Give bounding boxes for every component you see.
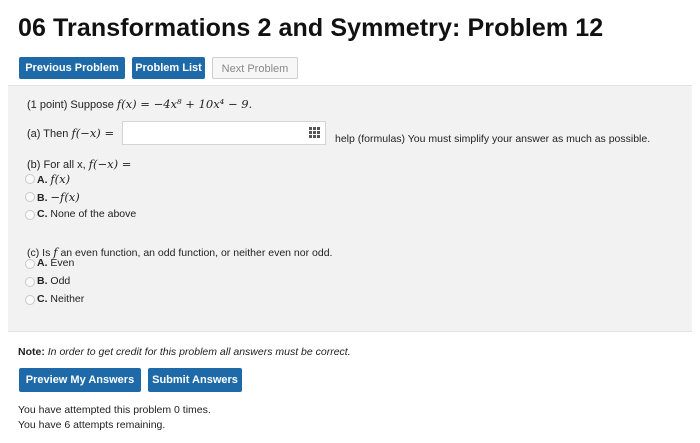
option-letter: A. [37,257,48,269]
part-c-question: an even function, an odd function, or ne… [60,247,333,259]
option-text: None of the above [50,208,137,220]
option-text: −f(x) [50,190,80,204]
previous-problem-button[interactable]: Previous Problem [19,57,125,79]
part-c-option-b: B. Odd [37,275,70,287]
part-b-option-b-radio[interactable] [25,192,35,202]
help-formulas-link[interactable]: help (formulas) [335,133,405,145]
option-text: Odd [50,275,71,287]
option-text: Neither [50,293,85,305]
part-a-expression: f(−x) = [71,126,115,140]
option-letter: C. [37,208,48,220]
part-c-option-c: C. Neither [37,293,84,305]
part-c-option-a: A. Even [37,257,74,269]
function-definition: f(x) = −4x⁸ + 10x⁴ − 9. [116,97,253,111]
page-title: 06 Transformations 2 and Symmetry: Probl… [18,14,604,42]
part-b-option-b: B. −f(x) [37,190,80,204]
part-c-option-c-radio[interactable] [25,295,35,305]
part-b-option-c: C. None of the above [37,208,136,220]
option-letter: C. [37,293,48,305]
part-b-prompt: (b) For all x, f(−x) = [27,157,131,171]
part-b-option-a-radio[interactable] [25,174,35,184]
problem-statement: (1 point) Suppose f(x) = −4x⁸ + 10x⁴ − 9… [27,97,252,111]
part-b-expression: f(−x) = [88,157,132,171]
option-text: f(x) [50,172,71,186]
part-c-option-a-radio[interactable] [25,259,35,269]
part-a-answer-input[interactable] [122,121,326,145]
problem-list-button[interactable]: Problem List [132,57,205,79]
option-letter: A. [37,174,48,186]
option-letter: B. [37,275,48,287]
part-b-option-c-radio[interactable] [25,210,35,220]
attempts-count: You have attempted this problem 0 times. [18,404,211,416]
part-a-label: (a) Then [27,128,69,140]
part-c-option-b-radio[interactable] [25,277,35,287]
points-label: (1 point) Suppose [27,99,114,111]
simplify-hint: You must simplify your answer as much as… [407,133,651,145]
part-a-prompt: (a) Then f(−x) = [27,126,114,140]
part-b-label: (b) For all x, [27,159,86,171]
preview-answers-button[interactable]: Preview My Answers [19,368,141,392]
equation-editor-icon[interactable] [308,126,322,140]
submit-answers-button[interactable]: Submit Answers [148,368,242,392]
credit-note: Note: In order to get credit for this pr… [18,346,351,358]
part-b-option-a: A. f(x) [37,172,70,186]
attempts-remaining: You have 6 attempts remaining. [18,419,166,431]
part-a-help: help (formulas) You must simplify your a… [335,133,650,145]
note-label: Note: [18,346,45,358]
option-letter: B. [37,192,48,204]
option-text: Even [50,257,75,269]
next-problem-button[interactable]: Next Problem [212,57,298,79]
note-text: In order to get credit for this problem … [47,346,351,358]
